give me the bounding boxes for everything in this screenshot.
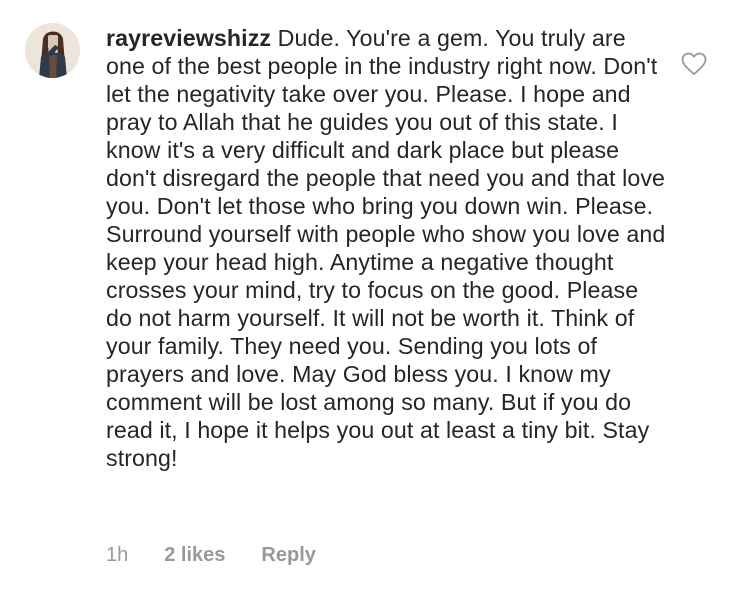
avatar[interactable] bbox=[25, 23, 80, 78]
reply-button[interactable]: Reply bbox=[261, 542, 315, 568]
heart-icon[interactable] bbox=[681, 52, 707, 76]
comment-meta: 1h 2 likes Reply bbox=[106, 542, 316, 568]
like-heart-outline-icon bbox=[681, 52, 707, 75]
comment: rayreviewshizz Dude. You're a gem. You t… bbox=[0, 0, 750, 601]
avatar-image bbox=[25, 23, 80, 78]
comment-username[interactable]: rayreviewshizz bbox=[106, 25, 271, 51]
comment-body: rayreviewshizz Dude. You're a gem. You t… bbox=[106, 24, 666, 472]
comment-likes-count[interactable]: 2 likes bbox=[164, 542, 225, 568]
comment-text: Dude. You're a gem. You truly are one of… bbox=[106, 25, 666, 471]
comment-timestamp: 1h bbox=[106, 544, 129, 566]
